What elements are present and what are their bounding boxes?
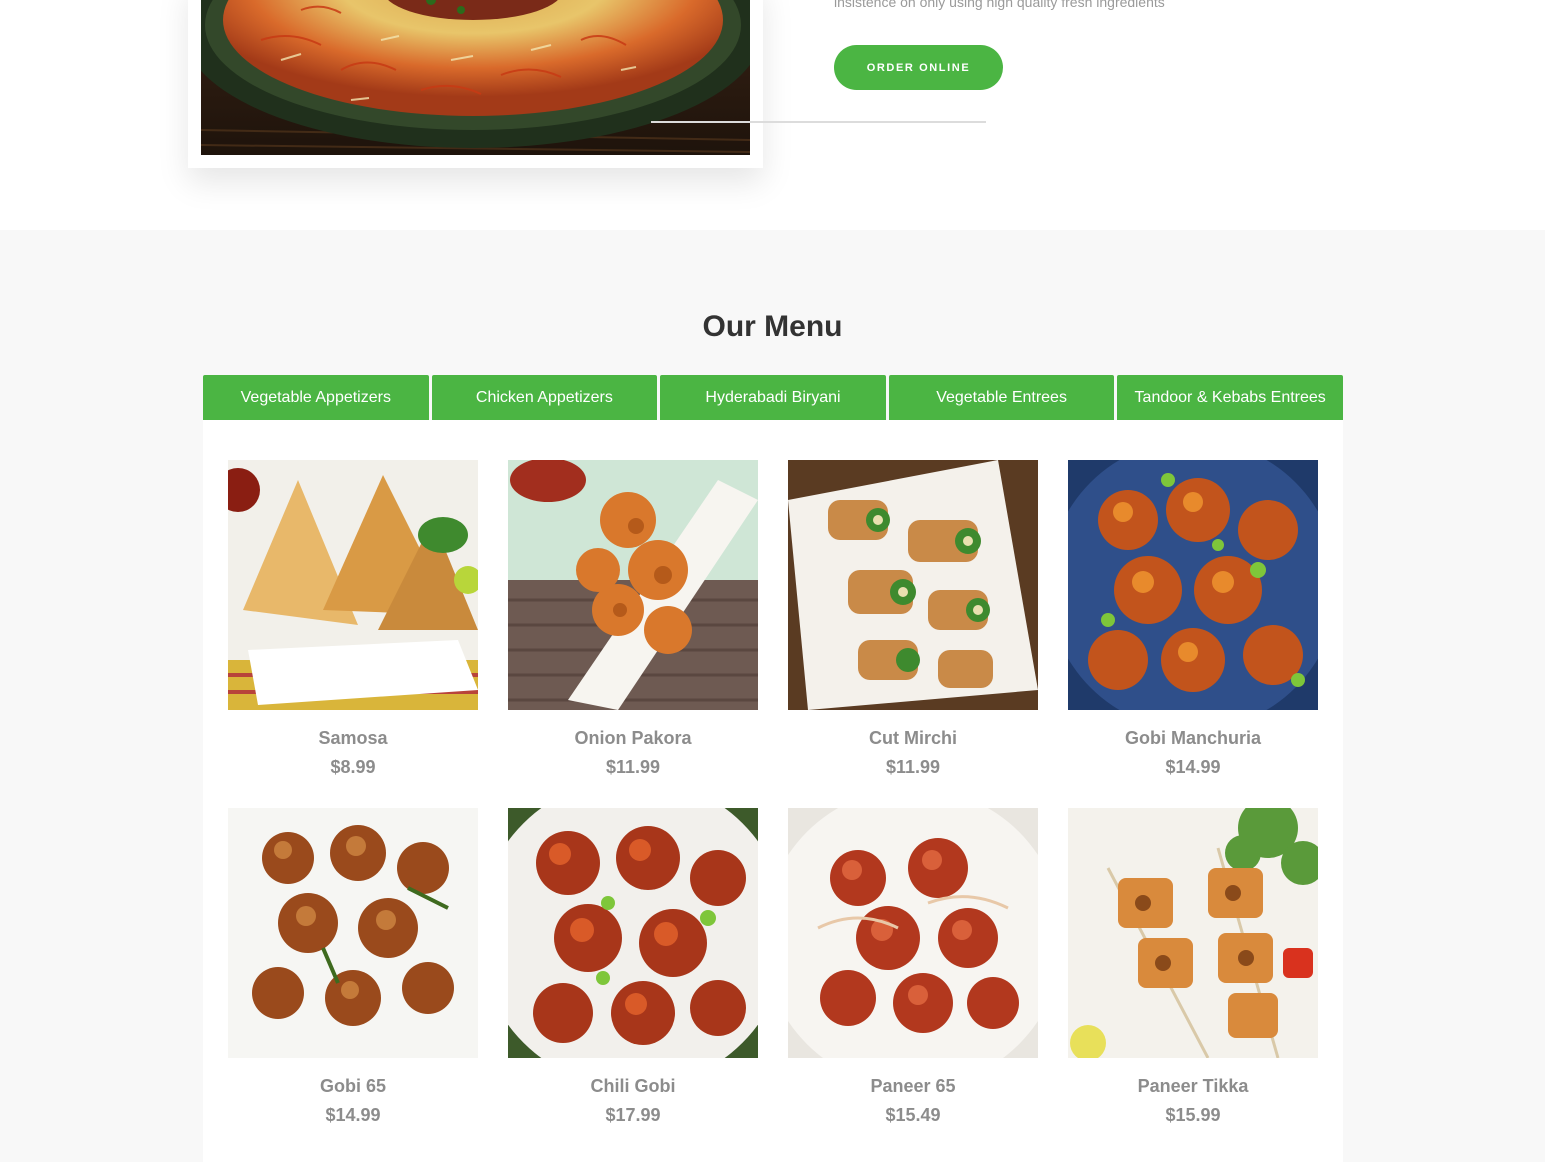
menu-item[interactable]: Cut Mirchi $11.99 <box>788 460 1038 788</box>
menu-grid: Samosa $8.99 Onion Pakora $11.99 Cut Mir… <box>228 460 1318 1136</box>
item-name: Onion Pakora <box>574 728 692 748</box>
menu-item[interactable]: Gobi 65 $14.99 <box>228 808 478 1136</box>
menu-item[interactable]: Paneer 65 $15.49 <box>788 808 1038 1136</box>
tab-tandoor-kebabs-entrees[interactable]: Tandoor & Kebabs Entrees <box>1117 375 1343 420</box>
menu-tabs: Vegetable Appetizers Chicken Appetizers … <box>203 375 1343 420</box>
about-section: insistence on only using high quality fr… <box>0 0 1545 230</box>
photo-card <box>188 0 763 168</box>
menu-item[interactable]: Paneer Tikka $15.99 <box>1068 808 1318 1136</box>
item-name: Gobi Manchuria <box>1124 728 1261 748</box>
menu-title: Our Menu <box>702 310 843 343</box>
item-price: $14.99 <box>325 1105 381 1125</box>
item-price: $15.49 <box>885 1105 941 1125</box>
item-price: $11.99 <box>885 757 941 777</box>
biryani-image <box>201 0 750 155</box>
biryani-photo <box>201 0 750 155</box>
tab-vegetable-entrees[interactable]: Vegetable Entrees <box>888 375 1115 420</box>
paneer-tikka-image[interactable] <box>1068 808 1318 1058</box>
menu-section: Our Menu Vegetable Appetizers Chicken Ap… <box>0 230 1545 1162</box>
menu-item[interactable]: Onion Pakora $11.99 <box>508 460 758 788</box>
menu-item[interactable]: Samosa $8.99 <box>228 460 478 788</box>
item-price: $15.99 <box>1165 1105 1221 1125</box>
about-text: insistence on only using high quality fr… <box>834 0 1165 10</box>
item-name: Samosa <box>318 728 388 748</box>
order-online-button[interactable]: ORDER ONLINE <box>834 45 1003 90</box>
item-price: $14.99 <box>1165 757 1221 777</box>
item-name: Chili Gobi <box>590 1076 676 1096</box>
cut-mirchi-image[interactable] <box>788 460 1038 710</box>
gobi-65-image[interactable] <box>228 808 478 1058</box>
item-price: $17.99 <box>605 1105 661 1125</box>
tab-hyderabadi-biryani[interactable]: Hyderabadi Biryani <box>660 375 886 420</box>
tab-vegetable-appetizers[interactable]: Vegetable Appetizers <box>203 375 429 420</box>
menu-panel: Samosa $8.99 Onion Pakora $11.99 Cut Mir… <box>203 420 1343 1162</box>
paneer-65-image[interactable] <box>788 808 1038 1058</box>
item-name: Gobi 65 <box>319 1076 386 1096</box>
item-name: Paneer Tikka <box>1137 1076 1249 1096</box>
item-name: Paneer 65 <box>870 1076 956 1096</box>
gobi-manchuria-image[interactable] <box>1068 460 1318 710</box>
item-name: Cut Mirchi <box>869 728 957 748</box>
menu-item[interactable]: Gobi Manchuria $14.99 <box>1068 460 1318 788</box>
tab-chicken-appetizers[interactable]: Chicken Appetizers <box>431 375 658 420</box>
item-price: $11.99 <box>605 757 661 777</box>
divider-line <box>651 121 986 123</box>
samosa-image[interactable] <box>228 460 478 710</box>
menu-item[interactable]: Chili Gobi $17.99 <box>508 808 758 1136</box>
chili-gobi-image[interactable] <box>508 808 758 1058</box>
onion-pakora-image[interactable] <box>508 460 758 710</box>
item-price: $8.99 <box>330 757 376 777</box>
